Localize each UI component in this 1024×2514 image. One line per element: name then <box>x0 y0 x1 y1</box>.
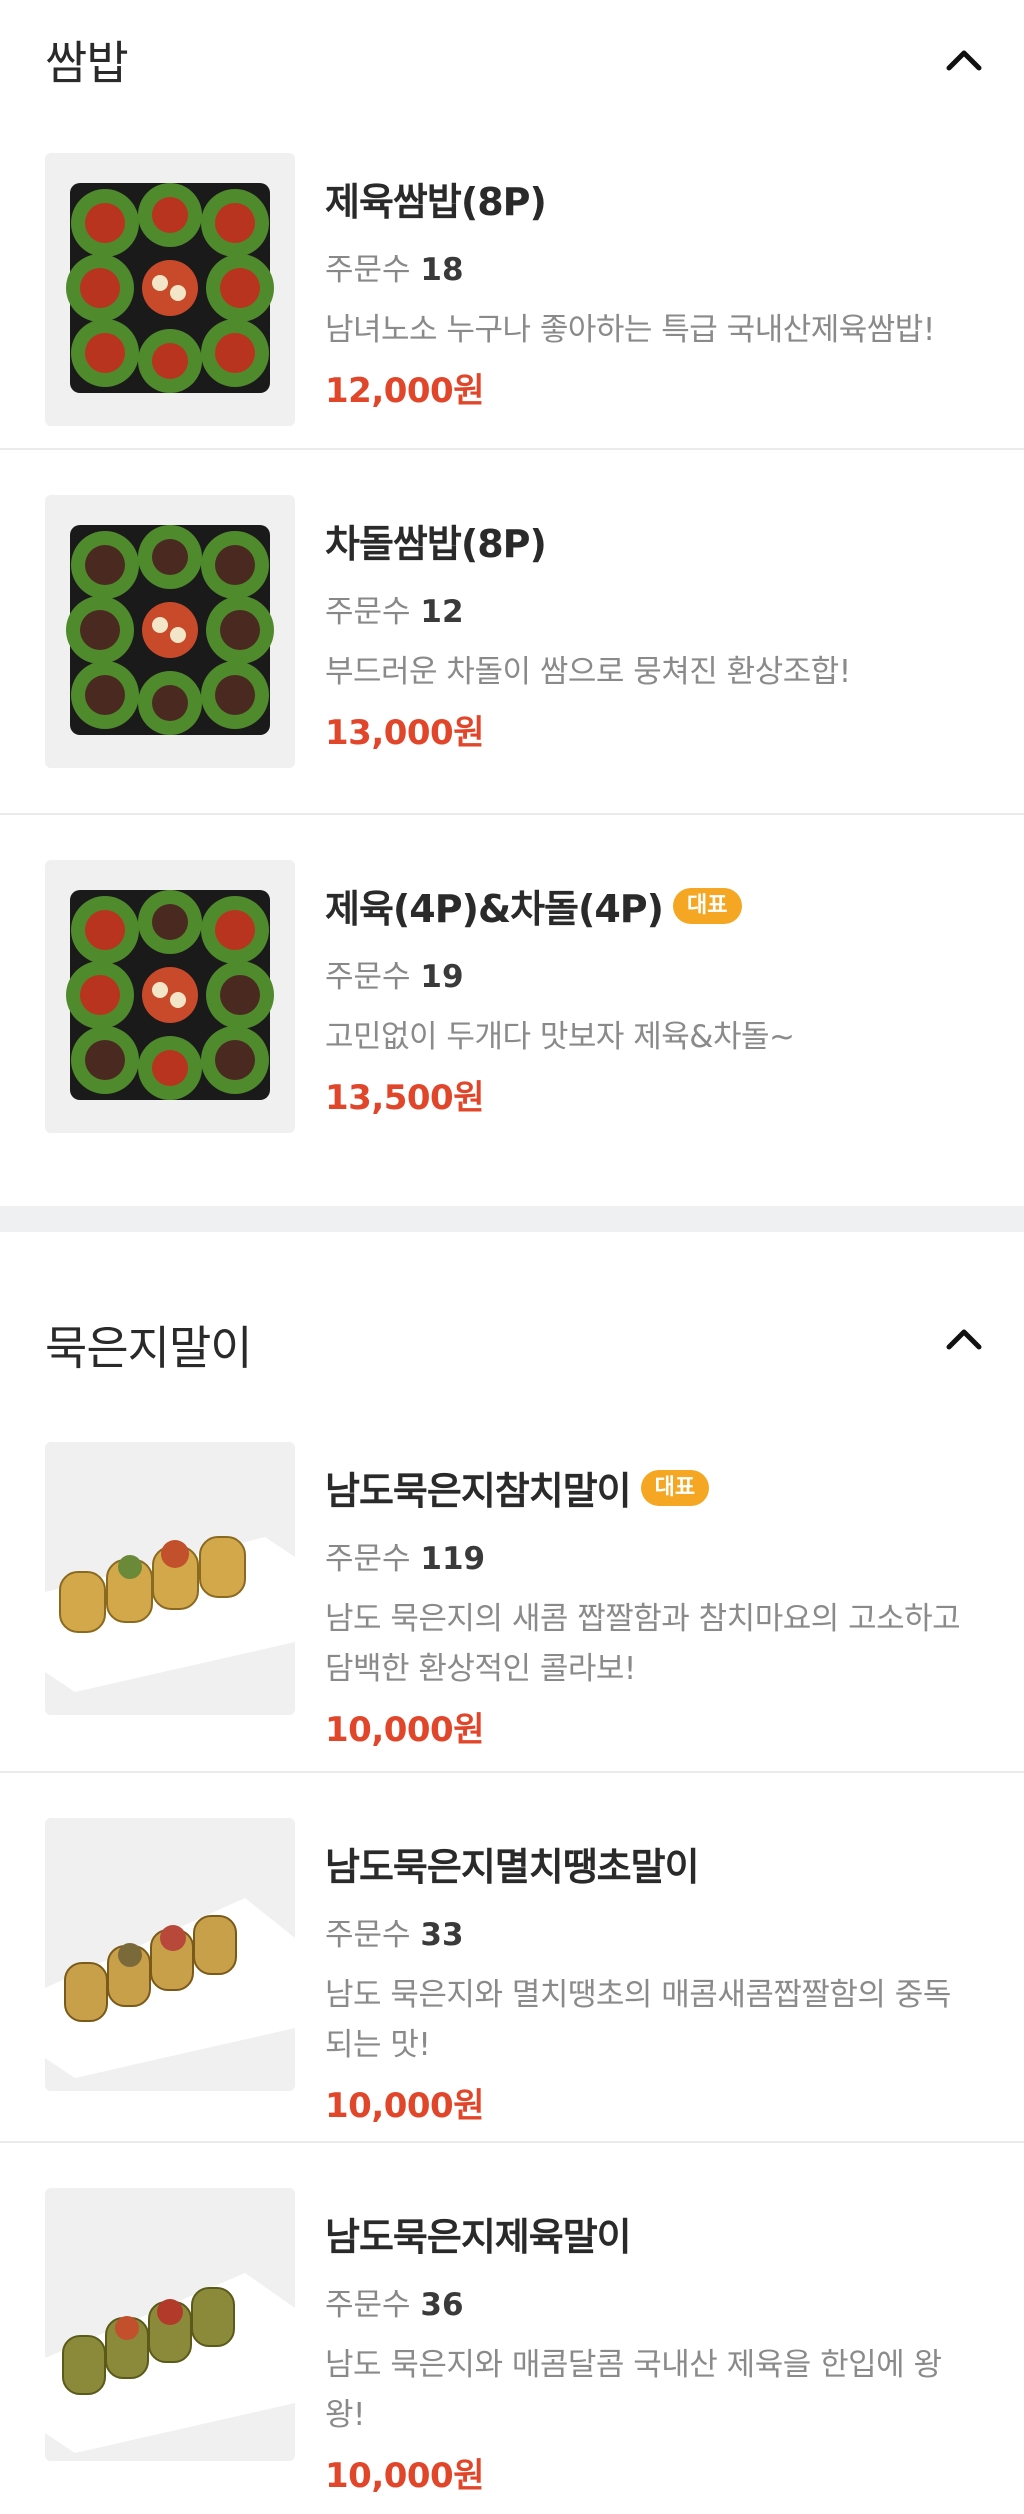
menu-item-image <box>45 1818 295 2091</box>
section-title: 쌈밥 <box>45 36 129 90</box>
menu-item-image <box>45 495 295 768</box>
signature-badge: 대표 <box>673 887 742 924</box>
menu-item-description: 남도 묵은지의 새콤 짭짤함과 참치마요의 고소하고 담백한 환상적인 콜라보! <box>325 1601 961 1687</box>
menu-item-image <box>45 153 295 426</box>
menu-item-price: 13,000원 <box>325 713 484 753</box>
order-count: 주문수 36 <box>325 2287 464 2323</box>
menu-item[interactable]: 제육(4P)&차돌(4P) 대표 주문수 19 고민없이 두개다 맛보자 제육&… <box>0 815 1024 1206</box>
chevron-up-icon <box>946 50 982 71</box>
menu-item-name: 남도묵은지멸치땡초말이 <box>325 1845 700 1889</box>
menu-item[interactable]: 제육쌈밥(8P) 주문수 18 남녀노소 누구나 좋아하는 특급 국내산제육쌈밥… <box>0 120 1024 450</box>
menu-item-price: 13,500원 <box>325 1078 484 1118</box>
collapse-button[interactable] <box>934 1309 994 1369</box>
menu-item-price: 10,000원 <box>325 2086 484 2126</box>
menu-item-image <box>45 860 295 1133</box>
menu-item-description: 남도 묵은지와 매콤달콤 국내산 제육을 한입에 왕왕! <box>325 2347 942 2433</box>
menu-item-name: 제육쌈밥(8P) <box>325 180 547 224</box>
menu-item-name: 남도묵은지제육말이 <box>325 2215 632 2259</box>
section-divider <box>0 1206 1024 1232</box>
menu-item-description: 부드러운 차돌이 쌈으로 뭉쳐진 환상조합! <box>325 654 851 690</box>
menu-item-price: 12,000원 <box>325 371 484 411</box>
menu-item-description: 남도 묵은지와 멸치땡초의 매콤새콤짭짤함의 중독되는 맛! <box>325 1977 951 2063</box>
menu-item-name: 차돌쌈밥(8P) <box>325 522 547 566</box>
signature-badge: 대표 <box>640 1469 710 1506</box>
collapse-button[interactable] <box>934 30 994 90</box>
section-title: 묵은지말이 <box>45 1320 253 1375</box>
menu-item-price: 10,000원 <box>325 1710 484 1750</box>
menu-item[interactable]: 남도묵은지참치말이 대표 주문수 119 남도 묵은지의 새콤 짭짤함과 참치마… <box>0 1427 1024 1773</box>
menu-item-price: 10,000원 <box>325 2456 484 2496</box>
menu-item[interactable]: 차돌쌈밥(8P) 주문수 12 부드러운 차돌이 쌈으로 뭉쳐진 환상조합! 1… <box>0 450 1024 815</box>
menu-item-image <box>45 2188 295 2461</box>
menu-item-description: 고민없이 두개다 맛보자 제육&차돌~ <box>325 1019 795 1055</box>
section-header[interactable]: 묵은지말이 <box>0 1232 1024 1427</box>
section-header[interactable]: 쌈밥 <box>0 0 1024 120</box>
menu-item-name: 제육(4P)&차돌(4P) <box>325 887 664 931</box>
menu-item-image <box>45 1442 295 1715</box>
menu-item-name: 남도묵은지참치말이 <box>325 1469 632 1513</box>
order-count: 주문수 19 <box>325 959 464 995</box>
order-count: 주문수 33 <box>325 1917 464 1953</box>
section-mukeunji: 묵은지말이 남도묵은지참치말이 대표 주문수 119 남도 묵은지의 새콤 짭짤… <box>0 1232 1024 2508</box>
menu-item[interactable]: 남도묵은지멸치땡초말이 주문수 33 남도 묵은지와 멸치땡초의 매콤새콤짭짤함… <box>0 1773 1024 2143</box>
menu-item-description: 남녀노소 누구나 좋아하는 특급 국내산제육쌈밥! <box>325 312 935 348</box>
chevron-up-icon <box>946 1329 982 1349</box>
order-count: 주문수 18 <box>325 252 464 288</box>
section-ssambap: 쌈밥 제육쌈밥(8P) 주문수 18 남녀노소 누구나 좋아하는 특급 국내산제… <box>0 0 1024 1206</box>
order-count: 주문수 12 <box>325 594 464 630</box>
menu-item[interactable]: 남도묵은지제육말이 주문수 36 남도 묵은지와 매콤달콤 국내산 제육을 한입… <box>0 2143 1024 2508</box>
order-count: 주문수 119 <box>325 1541 486 1577</box>
